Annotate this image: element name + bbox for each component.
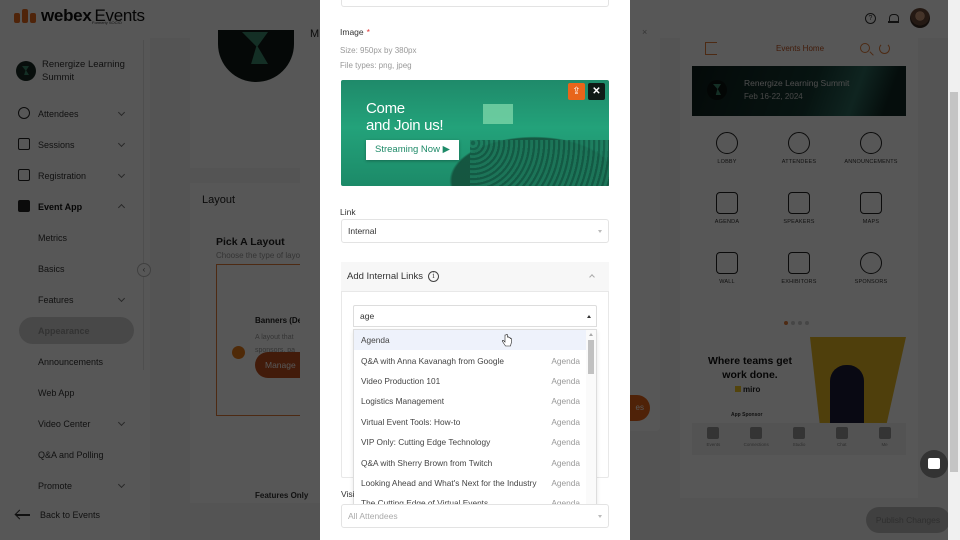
result-item[interactable]: Looking Ahead and What's Next for the In… [354,473,588,493]
results-list: Agenda Q&A with Anna Kavanagh from Googl… [354,330,588,509]
close-icon[interactable]: ✕ [588,83,605,100]
title-field[interactable] [341,0,609,7]
chat-support-button[interactable] [920,450,948,478]
result-category: Agenda [551,457,580,468]
visibility-value: All Attendees [348,511,398,521]
result-name: Looking Ahead and What's Next for the In… [361,477,537,488]
image-size-hint: Size: 950px by 380px [340,46,417,55]
result-item[interactable]: Video Production 101 Agenda [354,371,588,391]
hand-cursor-icon [502,334,512,347]
result-name: Agenda [361,335,390,346]
result-category: Agenda [551,355,580,366]
info-icon[interactable]: i [428,271,439,282]
visibility-select[interactable]: All Attendees [341,504,609,528]
result-category: Agenda [551,375,580,386]
sidebar-item-label: Appearance [38,325,90,336]
result-name: Logistics Management [361,396,445,407]
image-types-hint: File types: png, jpeg [340,61,412,70]
scroll-up-icon[interactable] [589,333,593,336]
result-item[interactable]: Q&A with Anna Kavanagh from Google Agenda [354,350,588,370]
result-category: Agenda [551,416,580,427]
headline-line: and Join us! [366,117,444,134]
banner-headline: Come and Join us! [366,100,444,134]
result-name: Q&A with Anna Kavanagh from Google [361,355,504,366]
link-label: Link [340,207,356,217]
link-type-value: Internal [348,226,377,236]
scroll-thumb[interactable] [588,340,594,374]
result-category: Agenda [551,437,580,448]
result-item[interactable]: VIP Only: Cutting Edge Technology Agenda [354,432,588,452]
banner-cta: Streaming Now ▶ [366,140,459,160]
result-name: Virtual Event Tools: How-to [361,416,461,427]
banner-image-stage-screen [483,104,513,124]
link-type-select[interactable]: Internal [341,219,609,243]
caret-up-icon [587,315,591,318]
chevron-down-icon [598,230,602,233]
result-item[interactable]: Virtual Event Tools: How-to Agenda [354,412,588,432]
result-category: Agenda [551,477,580,488]
results-scrollbar[interactable] [586,330,596,509]
result-name: Video Production 101 [361,375,441,386]
image-label-text: Image [340,27,364,37]
page-scrollbar[interactable] [948,0,960,540]
result-name: VIP Only: Cutting Edge Technology [361,437,491,448]
internal-link-search-input[interactable]: age [353,305,597,327]
result-item[interactable]: Logistics Management Agenda [354,391,588,411]
chevron-down-icon [598,515,602,518]
internal-link-results: Agenda Q&A with Anna Kavanagh from Googl… [353,329,597,510]
result-item[interactable]: Agenda [354,330,588,351]
headline-line: Come [366,100,405,117]
banner-image-crowd [470,140,609,186]
image-label: Image * [340,27,370,37]
internal-links-title: Add Internal Links [347,271,424,282]
required-mark: * [366,27,370,37]
result-category: Agenda [551,396,580,407]
upload-icon[interactable]: ⇪ [568,83,585,100]
result-item[interactable]: Q&A with Sherry Brown from Twitch Agenda [354,452,588,472]
result-name: Q&A with Sherry Brown from Twitch [361,457,493,468]
visibility-label: Visi [341,489,355,499]
search-value: age [360,311,375,321]
